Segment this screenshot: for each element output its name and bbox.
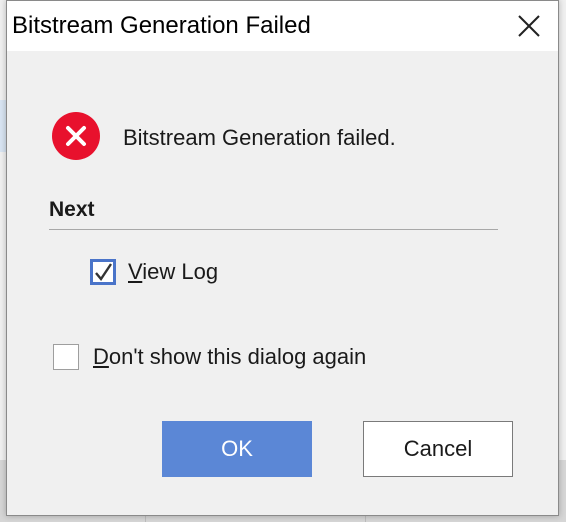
close-button[interactable] — [500, 1, 558, 51]
bitstream-failed-dialog: Bitstream Generation Failed Bitstream Ge… — [6, 0, 559, 516]
next-section-heading: Next — [49, 198, 95, 221]
view-log-checkbox[interactable] — [90, 259, 116, 285]
view-log-option[interactable]: View Log — [90, 259, 218, 285]
cancel-button[interactable]: Cancel — [363, 421, 513, 477]
error-message: Bitstream Generation failed. — [123, 125, 396, 150]
error-icon — [52, 112, 100, 160]
close-icon — [518, 15, 540, 37]
section-divider — [49, 229, 498, 230]
dont-show-option[interactable]: Don't show this dialog again — [53, 344, 366, 370]
checkmark-icon — [95, 263, 112, 282]
title-bar: Bitstream Generation Failed — [7, 1, 558, 51]
view-log-label: View Log — [128, 259, 219, 284]
dont-show-checkbox[interactable] — [53, 344, 79, 370]
ok-button[interactable]: OK — [162, 421, 312, 477]
dont-show-label: Don't show this dialog again — [93, 344, 367, 369]
dialog-title: Bitstream Generation Failed — [12, 12, 311, 39]
